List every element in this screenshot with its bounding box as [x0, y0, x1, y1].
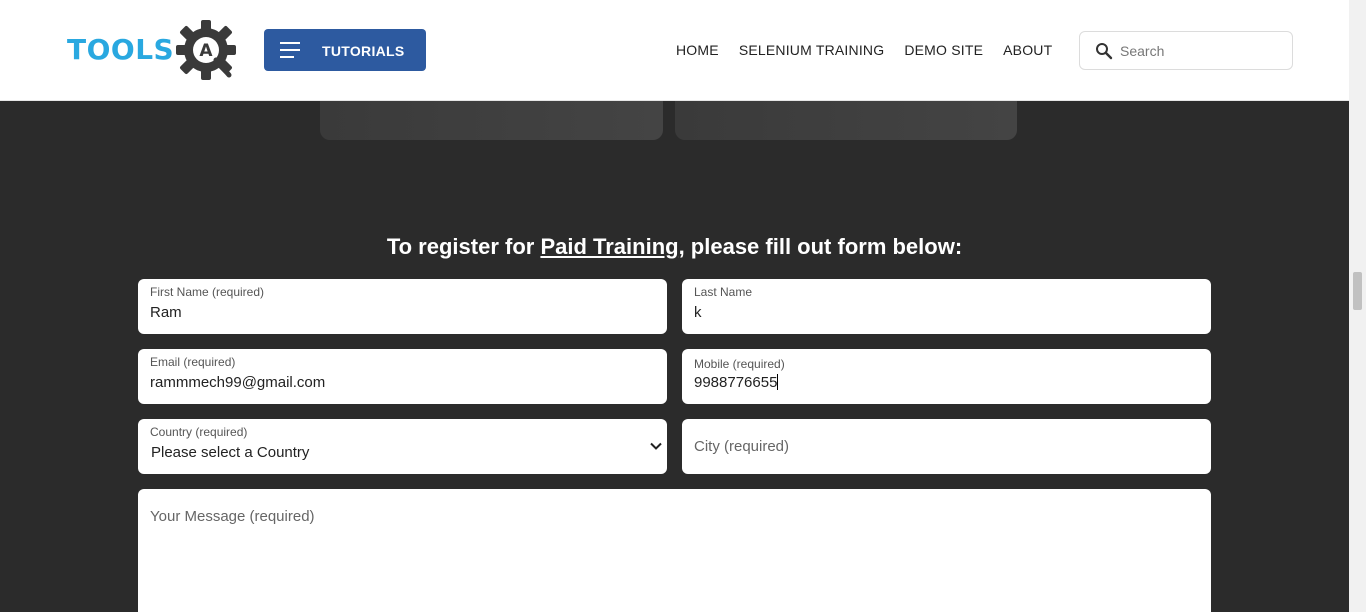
heading-prefix: To register for: [386, 234, 541, 259]
email-label: Email (required): [150, 355, 236, 369]
nav-selenium-training[interactable]: SELENIUM TRAINING: [739, 42, 885, 58]
city-field[interactable]: City (required): [682, 419, 1211, 474]
logo-text: TOOLS: [67, 33, 175, 66]
mobile-label: Mobile (required): [694, 357, 785, 371]
country-selected-value: Please select a Country: [151, 444, 310, 461]
mobile-field[interactable]: Mobile (required) 9988776655: [682, 349, 1211, 404]
scrollbar-thumb[interactable]: [1353, 272, 1362, 310]
first-name-value: Ram: [150, 304, 182, 321]
hamburger-icon: [280, 42, 300, 58]
logo-mark: A: [199, 41, 213, 61]
mobile-value-wrap: 9988776655: [694, 374, 779, 391]
chevron-down-icon: [650, 442, 662, 450]
country-select[interactable]: Country (required) Please select a Count…: [138, 419, 667, 474]
tutorials-label: TUTORIALS: [322, 43, 405, 59]
toolsqa-logo[interactable]: TOOLS A: [67, 19, 239, 81]
tutorials-menu-button[interactable]: TUTORIALS: [264, 29, 426, 71]
text-caret: [777, 374, 779, 390]
nav-about[interactable]: ABOUT: [1003, 42, 1052, 58]
first-name-field[interactable]: First Name (required) Ram: [138, 279, 667, 334]
message-placeholder: Your Message (required): [150, 508, 315, 525]
main-nav: HOME SELENIUM TRAINING DEMO SITE ABOUT: [676, 42, 1052, 58]
email-field[interactable]: Email (required) rammmech99@gmail.com: [138, 349, 667, 404]
page-scrollbar[interactable]: [1349, 0, 1366, 612]
search-icon[interactable]: [1095, 42, 1113, 60]
country-label: Country (required): [150, 425, 248, 439]
search-box: [1079, 31, 1293, 70]
form-heading: To register for Paid Training, please fi…: [0, 234, 1349, 260]
city-placeholder: City (required): [694, 438, 790, 455]
email-value: rammmech99@gmail.com: [150, 374, 326, 391]
paid-training-link[interactable]: Paid Training: [540, 234, 678, 259]
last-name-field[interactable]: Last Name k: [682, 279, 1211, 334]
search-input[interactable]: [1120, 41, 1280, 61]
site-header: TOOLS A TUTORIALS HOME SELENIUM TRAINING: [0, 0, 1349, 101]
gear-logo-icon: A: [176, 20, 236, 80]
first-name-label: First Name (required): [150, 285, 265, 299]
last-name-value: k: [694, 304, 702, 321]
message-textarea[interactable]: Your Message (required): [138, 489, 1211, 612]
nav-demo-site[interactable]: DEMO SITE: [904, 42, 983, 58]
mobile-value: 9988776655: [694, 374, 778, 391]
last-name-label: Last Name: [694, 285, 753, 299]
heading-suffix: , please fill out form below:: [678, 234, 963, 259]
nav-home[interactable]: HOME: [676, 42, 719, 58]
